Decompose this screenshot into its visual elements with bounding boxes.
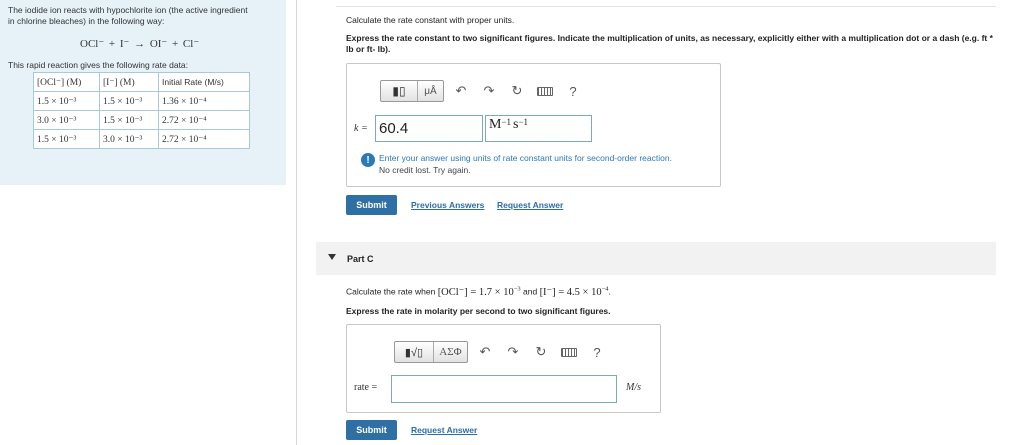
table-cell: 1.5 × 10⁻³ — [99, 91, 159, 111]
units-button[interactable]: μÅ — [417, 81, 443, 101]
reaction-equation: OCl⁻ + I⁻ → OI⁻ + Cl⁻ — [80, 38, 200, 50]
k-label: k = — [354, 123, 368, 134]
part-c-undo-icon[interactable]: ↶ — [474, 342, 496, 362]
part-b-request-answer-link[interactable]: Request Answer — [497, 200, 563, 210]
rate-constant-units-input[interactable]: M −1 s −1 — [485, 115, 592, 142]
panel-divider — [296, 0, 297, 445]
and-word: and — [523, 286, 538, 297]
table-cell: 3.0 × 10⁻³ — [33, 110, 100, 130]
templates-group: ▮▯ μÅ — [380, 80, 444, 102]
table-row: 3.0 × 10⁻³ 1.5 × 10⁻³ 2.72 × 10⁻⁴ — [33, 110, 250, 130]
table-cell: 3.0 × 10⁻³ — [99, 129, 159, 149]
greek-symbols-button[interactable]: ΑΣΦ — [433, 342, 467, 362]
part-b-answer-box: ▮▯ μÅ ↶ ↷ ↻ ? k = 60.4 M −1 s −1 ! Enter yo… — [346, 63, 721, 187]
part-c-title: Part C — [347, 254, 374, 264]
part-c-answer-box: ▮√▯ ΑΣΦ ↶ ↷ ↻ ? rate = M/s — [346, 324, 661, 413]
reset-icon[interactable]: ↻ — [506, 81, 528, 101]
unit-exp-2: −1 — [518, 117, 529, 127]
ocl-concentration: [OCl⁻] = 1.7 × 10−3 — [437, 285, 521, 298]
table-row: 1.5 × 10⁻³ 1.5 × 10⁻³ 1.36 × 10⁻⁴ — [33, 91, 250, 111]
table-header-row: [OCl⁻] (M) [I⁻] (M) Initial Rate (M/s) — [33, 72, 250, 92]
part-c-redo-icon[interactable]: ↷ — [502, 342, 524, 362]
rate-label: rate = — [354, 382, 378, 393]
feedback-info-icon: ! — [361, 153, 375, 167]
part-c-templates-button[interactable]: ▮√▯ — [395, 342, 433, 362]
templates-button[interactable]: ▮▯ — [381, 81, 417, 101]
part-c-submit-button[interactable]: Submit — [346, 420, 397, 440]
part-c-instruction: Express the rate in molarity per second … — [346, 306, 611, 316]
part-c-templates-group: ▮√▯ ΑΣΦ — [394, 341, 468, 363]
help-icon[interactable]: ? — [562, 81, 584, 101]
part-c-request-answer-link[interactable]: Request Answer — [411, 425, 477, 435]
table-cell: 2.72 × 10⁻⁴ — [158, 129, 250, 149]
table-row: 1.5 × 10⁻³ 3.0 × 10⁻³ 2.72 × 10⁻⁴ — [33, 129, 250, 149]
top-separator — [336, 6, 996, 7]
part-b-toolbar: ▮▯ μÅ ↶ ↷ ↻ ? — [380, 80, 584, 102]
part-c-keyboard-icon[interactable] — [558, 342, 580, 362]
part-c-header[interactable]: Part C — [316, 242, 996, 275]
table-cell: 1.36 × 10⁻⁴ — [158, 91, 250, 111]
part-b-instruction: Express the rate constant to two signifi… — [346, 33, 993, 54]
problem-intro: The iodide ion reacts with hypochlorite … — [8, 5, 248, 26]
part-c-question-prefix: Calculate the rate when — [346, 286, 436, 297]
redo-icon[interactable]: ↷ — [478, 81, 500, 101]
part-c-help-icon[interactable]: ? — [586, 342, 608, 362]
table-header-rate: Initial Rate (M/s) — [158, 72, 250, 92]
feedback-subtext: No credit lost. Try again. — [379, 165, 471, 175]
rate-value-input[interactable] — [391, 375, 617, 403]
part-b-submit-button[interactable]: Submit — [346, 195, 397, 215]
table-cell: 1.5 × 10⁻³ — [33, 91, 100, 111]
part-b-question: Calculate the rate constant with proper … — [346, 15, 515, 25]
table-cell: 2.72 × 10⁻⁴ — [158, 110, 250, 130]
collapse-caret-icon[interactable] — [328, 254, 336, 260]
previous-answers-link[interactable]: Previous Answers — [411, 200, 484, 210]
part-c-toolbar: ▮√▯ ΑΣΦ ↶ ↷ ↻ ? — [394, 341, 608, 363]
part-c-reset-icon[interactable]: ↻ — [530, 342, 552, 362]
rate-constant-value-input[interactable]: 60.4 — [375, 115, 483, 142]
table-header-iodide: [I⁻] (M) — [99, 72, 159, 92]
unit-exp-1: −1 — [501, 117, 512, 127]
problem-statement-panel: The iodide ion reacts with hypochlorite … — [0, 0, 286, 185]
feedback-message: Enter your answer using units of rate co… — [379, 153, 672, 163]
table-cell: 1.5 × 10⁻³ — [33, 129, 100, 149]
keyboard-icon[interactable] — [534, 81, 556, 101]
undo-icon[interactable]: ↶ — [450, 81, 472, 101]
table-header-ocl: [OCl⁻] (M) — [33, 72, 100, 92]
part-c-question: Calculate the rate when [OCl⁻] = 1.7 × 1… — [346, 285, 611, 298]
iodide-concentration: [I⁻] = 4.5 × 10−4 — [539, 285, 609, 298]
unit-base-m: M — [489, 117, 502, 132]
rate-data-intro: This rapid reaction gives the following … — [8, 60, 189, 70]
rate-units-label: M/s — [626, 382, 641, 393]
rate-data-table: [OCl⁻] (M) [I⁻] (M) Initial Rate (M/s) 1… — [33, 72, 250, 149]
table-cell: 1.5 × 10⁻³ — [99, 110, 159, 130]
